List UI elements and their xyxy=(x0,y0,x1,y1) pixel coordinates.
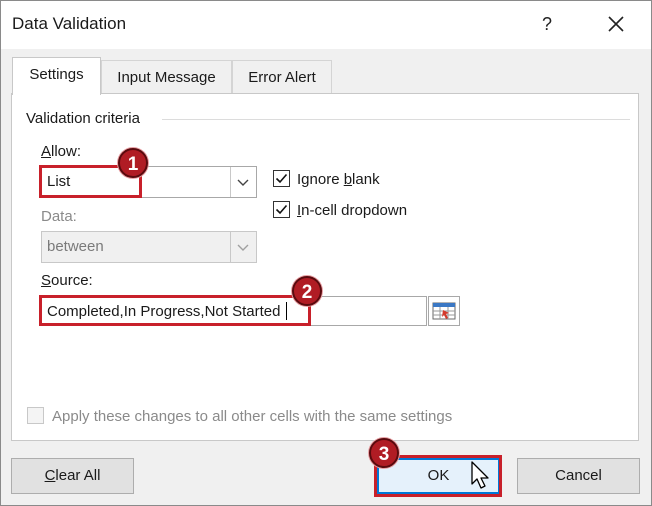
close-icon[interactable] xyxy=(601,9,631,39)
clear-all-label: lear All xyxy=(55,467,101,484)
allow-accel: A xyxy=(41,143,52,160)
source-label-rest: ource: xyxy=(51,272,93,289)
source-label: Source: xyxy=(41,272,93,289)
apply-all-label: Apply these changes to all other cells w… xyxy=(52,408,453,425)
step-badge-2: 2 xyxy=(292,276,322,306)
allow-value: List xyxy=(47,173,71,190)
data-label: Data: xyxy=(41,208,77,225)
data-value: between xyxy=(47,238,104,255)
apply-all-checkbox[interactable] xyxy=(27,407,44,424)
tab-input-message[interactable]: Input Message xyxy=(101,60,232,93)
ignore-blank-label-pre: Ignore xyxy=(297,171,344,188)
tab-settings[interactable]: Settings xyxy=(12,57,101,95)
settings-panel: Validation criteria Allow: List Ignore b… xyxy=(11,93,639,441)
allow-dropdown[interactable]: List xyxy=(41,166,257,198)
in-cell-dropdown-label-post: n-cell dropdown xyxy=(301,202,408,219)
data-validation-dialog: Data Validation ? Settings Input Message… xyxy=(0,0,652,506)
step-badge-3: 3 xyxy=(369,438,399,468)
range-selector-button[interactable] xyxy=(428,296,460,326)
source-value: Completed,In Progress,Not Started xyxy=(47,303,281,320)
validation-criteria-label: Validation criteria xyxy=(26,110,144,127)
tab-error-alert[interactable]: Error Alert xyxy=(232,60,332,93)
step-badge-1: 1 xyxy=(118,148,148,178)
in-cell-dropdown-label[interactable]: In-cell dropdown xyxy=(297,202,407,219)
ignore-blank-label[interactable]: Ignore blank xyxy=(297,171,380,188)
ignore-blank-accel: b xyxy=(343,171,353,188)
help-button[interactable]: ? xyxy=(534,9,560,39)
cancel-button[interactable]: Cancel xyxy=(517,458,640,494)
title-bar: Data Validation ? xyxy=(1,1,651,49)
allow-label: Allow: xyxy=(41,143,81,160)
ignore-blank-label-post: lank xyxy=(352,171,380,188)
source-accel: S xyxy=(41,272,52,289)
data-dropdown[interactable]: between xyxy=(41,231,257,263)
clear-all-accel: C xyxy=(44,467,56,484)
in-cell-dropdown-checkbox[interactable] xyxy=(273,201,290,218)
mouse-cursor-icon xyxy=(470,460,492,496)
chevron-down-icon[interactable] xyxy=(230,167,256,197)
source-input[interactable]: Completed,In Progress,Not Started xyxy=(41,296,427,326)
ignore-blank-checkbox[interactable] xyxy=(273,170,290,187)
dialog-title: Data Validation xyxy=(12,14,127,33)
text-caret xyxy=(286,302,287,320)
chevron-down-icon xyxy=(230,232,256,262)
range-picker-icon xyxy=(429,302,459,329)
allow-label-rest: llow: xyxy=(51,143,82,160)
group-divider xyxy=(162,119,630,120)
clear-all-button[interactable]: Clear All xyxy=(11,458,134,494)
